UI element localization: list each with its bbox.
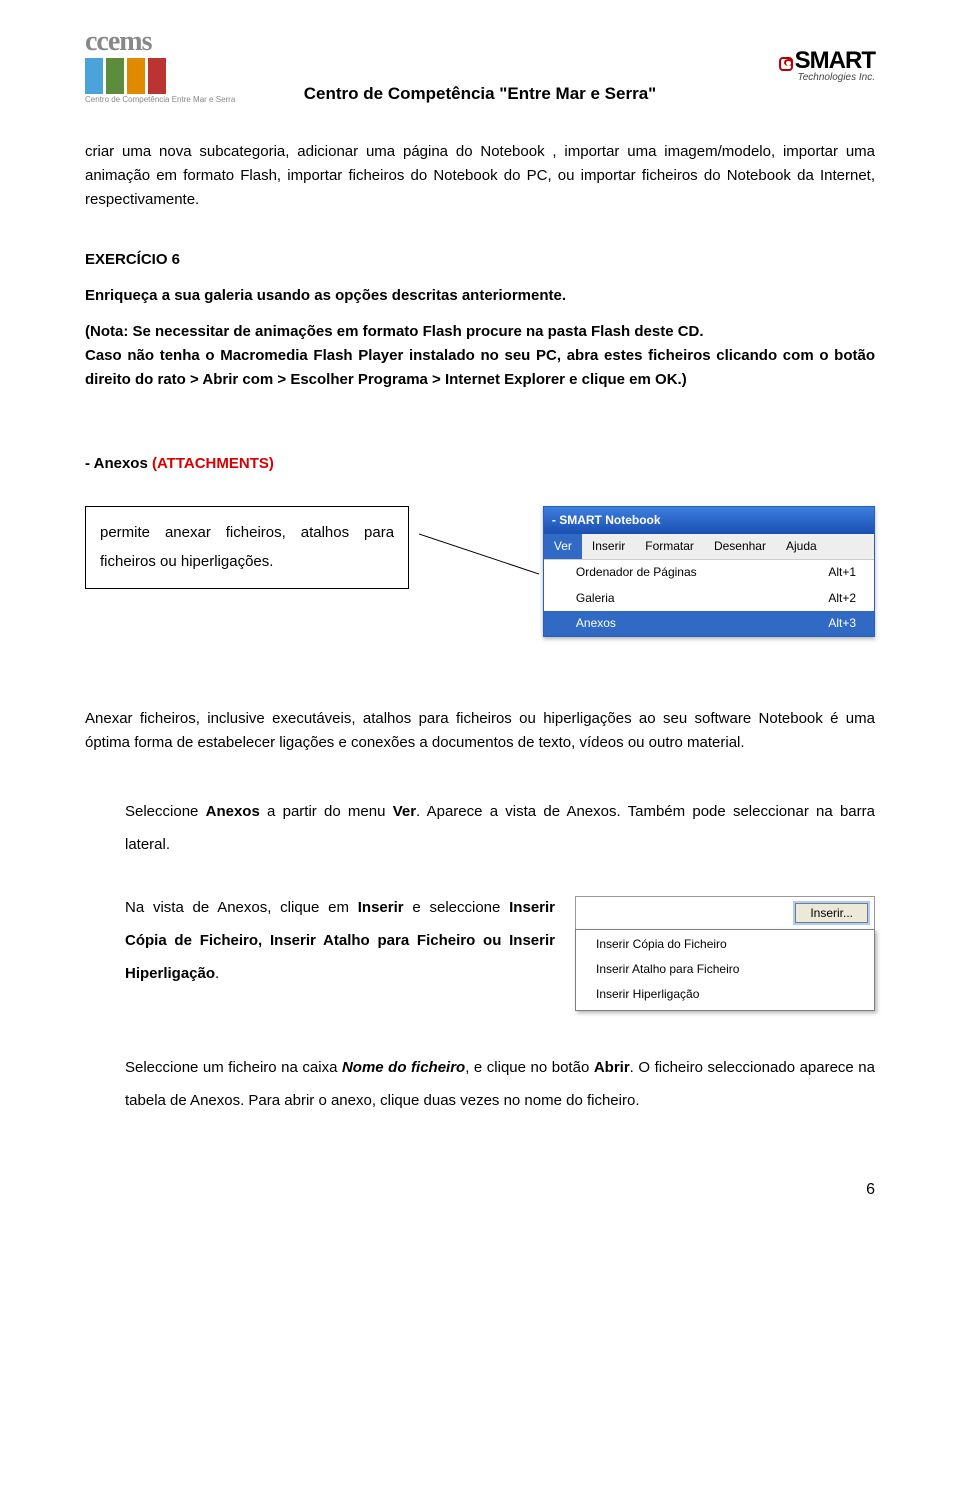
inserir-menu-item-atalho[interactable]: Inserir Atalho para Ficheiro — [576, 957, 874, 982]
menu-item-label: Anexos — [576, 614, 616, 633]
exercise-text: Enriqueça a sua galeria usando as opções… — [85, 284, 875, 308]
menu-titlebar: - SMART Notebook — [544, 507, 874, 534]
menu-item-shortcut: Alt+3 — [828, 614, 856, 633]
menu-item-shortcut: Alt+1 — [828, 563, 856, 582]
exercise-title: EXERCÍCIO 6 — [85, 248, 875, 272]
page-title: Centro de Competência "Entre Mar e Serra… — [304, 84, 656, 104]
menu-bar-ajuda[interactable]: Ajuda — [776, 534, 827, 559]
ccems-logo-sub: Centro de Competência Entre Mar e Serra — [85, 96, 235, 104]
anexos-red: (ATTACHMENTS) — [152, 455, 274, 472]
page-number: 6 — [85, 1177, 875, 1203]
inserir-screenshot: Inserir... Inserir Cópia do Ficheiro Ins… — [575, 896, 875, 1011]
page-header: ccems Centro de Competência Entre Mar e … — [85, 20, 875, 110]
paragraph-anexar: Anexar ficheiros, inclusive executáveis,… — [85, 707, 875, 755]
intro-paragraph: criar uma nova subcategoria, adicionar u… — [85, 140, 875, 212]
note-line-2: Caso não tenha o Macromedia Flash Player… — [85, 347, 875, 388]
menu-item-label: Galeria — [576, 589, 615, 608]
menu-bar-formatar[interactable]: Formatar — [635, 534, 704, 559]
menu-bar: Ver Inserir Formatar Desenhar Ajuda — [544, 534, 874, 560]
menu-item-label: Ordenador de Páginas — [576, 563, 697, 582]
ccems-logo-blocks — [85, 58, 235, 94]
instruction-2-row: Na vista de Anexos, clique em Inserir e … — [125, 891, 875, 1011]
inserir-menu-item-copia[interactable]: Inserir Cópia do Ficheiro — [576, 932, 874, 957]
ccems-logo-text: ccems — [85, 26, 235, 58]
smart-logo: SMART Technologies Inc. — [779, 47, 875, 83]
inserir-menu: Inserir Cópia do Ficheiro Inserir Atalho… — [575, 929, 875, 1011]
menu-item-galeria[interactable]: Galeria Alt+2 — [544, 586, 874, 611]
anexos-label: - Anexos — [85, 455, 152, 472]
smart-brand: SMART — [795, 47, 875, 74]
ccems-logo: ccems Centro de Competência Entre Mar e … — [85, 26, 235, 104]
note-line-1: (Nota: Se necessitar de animações em for… — [85, 323, 704, 340]
menu-item-anexos[interactable]: Anexos Alt+3 — [544, 611, 874, 636]
instruction-1: Seleccione Anexos a partir do menu Ver. … — [125, 795, 875, 861]
document-body: criar uma nova subcategoria, adicionar u… — [85, 140, 875, 1202]
menu-screenshot: - SMART Notebook Ver Inserir Formatar De… — [543, 506, 875, 637]
section-anexos: - Anexos (ATTACHMENTS) — [85, 452, 875, 476]
callout-row: permite anexar ficheiros, atalhos para f… — [85, 506, 875, 637]
menu-list: Ordenador de Páginas Alt+1 Galeria Alt+2… — [544, 560, 874, 636]
smart-sub: Technologies Inc. — [798, 72, 875, 83]
menu-bar-desenhar[interactable]: Desenhar — [704, 534, 776, 559]
exercise-note: (Nota: Se necessitar de animações em for… — [85, 320, 875, 392]
instruction-2: Na vista de Anexos, clique em Inserir e … — [125, 891, 555, 990]
smart-icon — [779, 57, 793, 71]
callout-connector — [419, 524, 533, 584]
inserir-button[interactable]: Inserir... — [795, 903, 868, 923]
inserir-menu-item-hiperligacao[interactable]: Inserir Hiperligação — [576, 982, 874, 1007]
menu-bar-inserir[interactable]: Inserir — [582, 534, 635, 559]
callout-box: permite anexar ficheiros, atalhos para f… — [85, 506, 409, 589]
menu-item-shortcut: Alt+2 — [828, 589, 856, 608]
inserir-button-row: Inserir... — [575, 896, 875, 929]
instruction-3: Seleccione um ficheiro na caixa Nome do … — [125, 1051, 875, 1117]
menu-bar-ver[interactable]: Ver — [544, 534, 582, 559]
menu-item-ordenador[interactable]: Ordenador de Páginas Alt+1 — [544, 560, 874, 585]
